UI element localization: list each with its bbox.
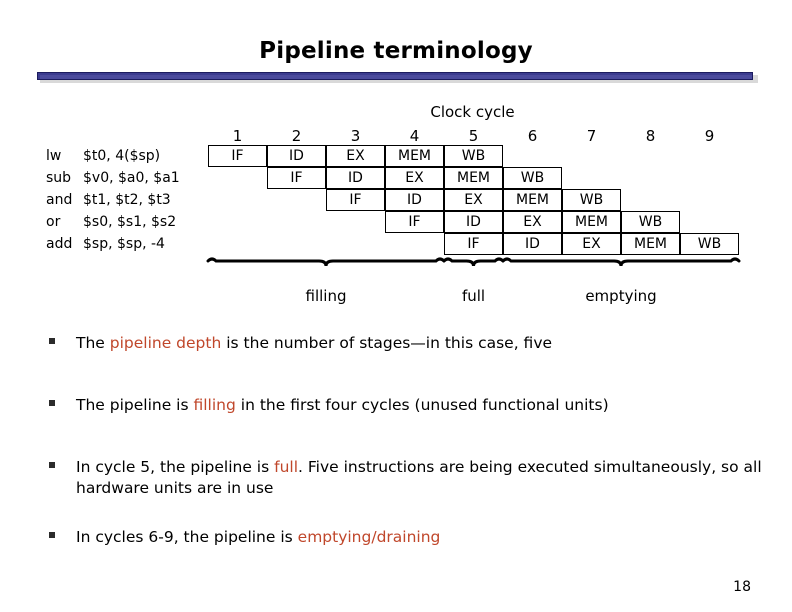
pipeline-stage-cell-mem: MEM xyxy=(444,167,503,189)
instruction-operands: $sp, $sp, -4 xyxy=(83,236,165,252)
pipeline-stage-cell-id: ID xyxy=(444,211,503,233)
pipeline-stage-cell-mem: MEM xyxy=(562,211,621,233)
brace-full xyxy=(442,257,505,267)
title-divider-highlight xyxy=(40,75,752,79)
page-title: Pipeline terminology xyxy=(259,38,533,64)
bullet-text: In cycles 6-9, the pipeline is xyxy=(76,528,298,546)
pipeline-stage-cell-wb: WB xyxy=(503,167,562,189)
pipeline-row: IF ID EX MEM WB xyxy=(208,233,739,255)
pipeline-stage-cell-if: IF xyxy=(444,233,503,255)
pipeline-stage-grid: IF ID EX MEM WB IF ID EX MEM WB IF ID EX MEM WB IF ID EX M… xyxy=(208,145,739,255)
pipeline-stage-cell-wb: WB xyxy=(621,211,680,233)
phase-label-full: full xyxy=(461,287,486,305)
instruction-row: or $s0, $s1, $s2 xyxy=(46,211,211,233)
instruction-row: lw $t0, 4($sp) xyxy=(46,145,211,167)
pipeline-row: IF ID EX MEM WB xyxy=(208,211,739,233)
pipeline-stage-cell-mem: MEM xyxy=(621,233,680,255)
bullet-square-icon xyxy=(49,338,55,344)
pipeline-stage-cell-id: ID xyxy=(503,233,562,255)
cycle-header-2: 2 xyxy=(291,127,302,145)
pipeline-stage-cell-wb: WB xyxy=(444,145,503,167)
bullet-text: is the number of stages—in this case, fi… xyxy=(221,334,553,352)
phase-label-emptying: emptying xyxy=(585,287,657,305)
pipeline-row: IF ID EX MEM WB xyxy=(208,167,739,189)
bullet-highlight-text: pipeline depth xyxy=(109,334,222,352)
pipeline-stage-cell-mem: MEM xyxy=(503,189,562,211)
pipeline-stage-cell-ex: EX xyxy=(326,145,385,167)
instruction-opcode: and xyxy=(46,192,73,208)
pipeline-stage-cell-if: IF xyxy=(208,145,267,167)
pipeline-stage-cell-if: IF xyxy=(267,167,326,189)
brace-emptying xyxy=(501,257,741,267)
pipeline-stage-cell-if: IF xyxy=(326,189,385,211)
brace-filling xyxy=(206,257,446,267)
cycle-header-3: 3 xyxy=(350,127,361,145)
instruction-opcode: sub xyxy=(46,170,72,186)
bullet-item: The pipeline depth is the number of stag… xyxy=(46,333,766,354)
pipeline-stage-cell-id: ID xyxy=(326,167,385,189)
instruction-operands: $s0, $s1, $s2 xyxy=(83,214,177,230)
pipeline-stage-cell-mem: MEM xyxy=(385,145,444,167)
cycle-header-1: 1 xyxy=(232,127,243,145)
title-divider-bar xyxy=(37,72,753,80)
pipeline-stage-cell-id: ID xyxy=(267,145,326,167)
pipeline-stage-cell-id: ID xyxy=(385,189,444,211)
phase-braces-svg xyxy=(206,257,741,267)
pipeline-stage-cell-wb: WB xyxy=(680,233,739,255)
instruction-opcode: add xyxy=(46,236,73,252)
cycle-header-6: 6 xyxy=(527,127,538,145)
bullet-square-icon xyxy=(49,400,55,406)
bullet-text: in the first four cycles (unused functio… xyxy=(235,396,609,414)
instruction-row: sub $v0, $a0, $a1 xyxy=(46,167,211,189)
pipeline-row: IF ID EX MEM WB xyxy=(208,145,739,167)
instruction-opcode: or xyxy=(46,214,61,230)
cycle-header-4: 4 xyxy=(409,127,420,145)
bullet-item: In cycle 5, the pipeline is full. Five i… xyxy=(46,457,766,499)
pipeline-row: IF ID EX MEM WB xyxy=(208,189,739,211)
bullet-item: In cycles 6-9, the pipeline is emptying/… xyxy=(46,527,766,548)
bullet-highlight-text: full xyxy=(274,458,299,476)
cycle-header-row: 1 2 3 4 5 6 7 8 9 xyxy=(208,127,739,145)
pipeline-stage-cell-ex: EX xyxy=(444,189,503,211)
bullet-text: The pipeline is xyxy=(76,396,194,414)
bullet-square-icon xyxy=(49,532,55,538)
bullet-highlight-text: filling xyxy=(193,396,236,414)
cycle-header-7: 7 xyxy=(586,127,597,145)
phase-label-filling: filling xyxy=(305,287,347,305)
bullet-item: The pipeline is filling in the first fou… xyxy=(46,395,766,416)
instruction-operands: $t0, 4($sp) xyxy=(83,148,161,164)
clock-cycle-label: Clock cycle xyxy=(430,103,515,121)
instruction-row: and $t1, $t2, $t3 xyxy=(46,189,211,211)
cycle-header-8: 8 xyxy=(645,127,656,145)
title-divider xyxy=(37,72,758,83)
instruction-row: add $sp, $sp, -4 xyxy=(46,233,211,255)
instruction-operands: $v0, $a0, $a1 xyxy=(83,170,180,186)
cycle-header-9: 9 xyxy=(704,127,715,145)
page-number: 18 xyxy=(733,579,751,595)
pipeline-stage-cell-ex: EX xyxy=(503,211,562,233)
bullet-text: The xyxy=(76,334,110,352)
bullet-text: In cycle 5, the pipeline is xyxy=(76,458,275,476)
phase-brace-group xyxy=(200,255,748,277)
bullet-highlight-text: emptying/draining xyxy=(297,528,441,546)
pipeline-stage-cell-if: IF xyxy=(385,211,444,233)
pipeline-stage-cell-ex: EX xyxy=(385,167,444,189)
instruction-opcode: lw xyxy=(46,148,62,164)
cycle-header-5: 5 xyxy=(468,127,479,145)
pipeline-stage-cell-wb: WB xyxy=(562,189,621,211)
instruction-operands: $t1, $t2, $t3 xyxy=(83,192,171,208)
instruction-list: lw $t0, 4($sp) sub $v0, $a0, $a1 and $t1, $t2… xyxy=(46,145,211,255)
pipeline-stage-cell-ex: EX xyxy=(562,233,621,255)
bullet-square-icon xyxy=(49,462,55,468)
